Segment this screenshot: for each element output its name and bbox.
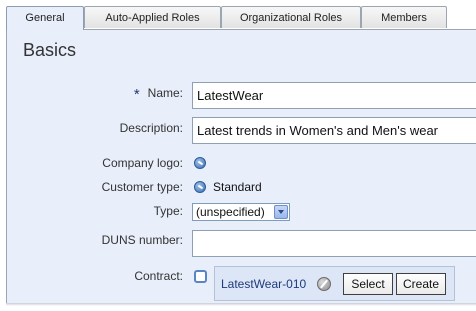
create-button[interactable]: Create	[396, 273, 446, 295]
contract-toggle-icon[interactable]	[194, 270, 207, 283]
logo-picker-icon[interactable]	[194, 157, 206, 169]
type-select[interactable]: (unspecified)	[192, 203, 290, 221]
customer-type-picker-icon[interactable]	[194, 181, 206, 193]
general-panel	[6, 29, 476, 304]
contract-link[interactable]: LatestWear-010	[221, 277, 306, 291]
description-label: Description:	[119, 121, 183, 135]
section-title: Basics	[23, 40, 77, 60]
type-label: Type:	[153, 204, 183, 218]
type-select-value: (unspecified)	[196, 205, 265, 219]
duns-label: DUNS number:	[101, 233, 183, 247]
customer-type-value: Standard	[213, 180, 262, 194]
panel-shadow	[6, 303, 476, 306]
name-label: * Name:	[133, 84, 183, 103]
pencil-icon[interactable]	[317, 277, 331, 291]
customer-type-label: Customer type:	[101, 180, 183, 194]
tab-general[interactable]: General	[6, 6, 84, 30]
company-logo-label: Company logo:	[102, 156, 183, 170]
tab-bar: General Auto-Applied Roles Organizationa…	[6, 6, 476, 30]
required-marker: *	[133, 86, 140, 103]
select-button[interactable]: Select	[343, 273, 393, 295]
name-label-text: Name:	[147, 86, 183, 100]
contract-box: LatestWear-010 Select Create	[214, 266, 455, 301]
tab-members[interactable]: Members	[361, 6, 447, 28]
name-field[interactable]: LatestWear	[192, 82, 476, 109]
contract-label: Contract:	[134, 269, 183, 283]
duns-field[interactable]	[192, 230, 476, 257]
chevron-down-icon[interactable]	[274, 205, 288, 219]
tab-organizational-roles[interactable]: Organizational Roles	[221, 6, 361, 28]
description-field[interactable]: Latest trends in Women's and Men's wear	[192, 117, 476, 144]
tab-auto-applied-roles[interactable]: Auto-Applied Roles	[84, 6, 221, 28]
